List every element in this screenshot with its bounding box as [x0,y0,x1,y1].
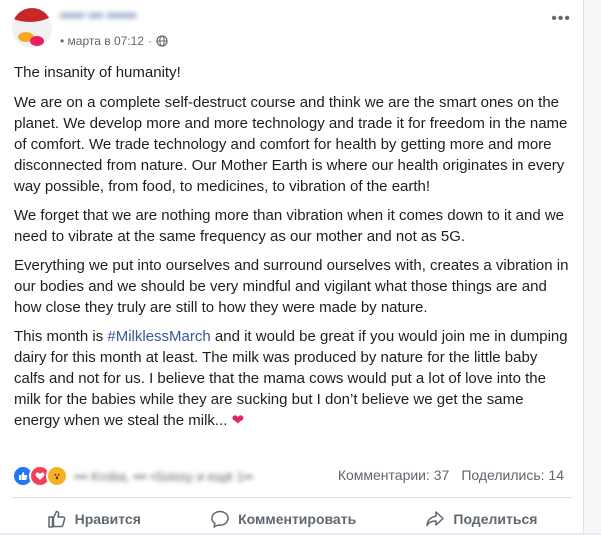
avatar-shape [12,8,52,22]
post-paragraph: We forget that we are nothing more than … [14,207,565,245]
post-meta: • марта в 07:12 · [60,34,168,48]
comment-button[interactable]: Комментировать [210,509,356,529]
like-button-label: Нравится [74,511,141,527]
hashtag-link[interactable]: #MilklessMarch [107,328,210,345]
paragraph-text: This month is [14,328,108,345]
post-body: The insanity of humanity! We are on a co… [14,62,570,439]
comments-count[interactable]: Комментарии: 37 [338,467,450,483]
avatar[interactable] [12,8,52,48]
wow-reaction-icon [46,465,68,487]
post-paragraph: We are on a complete self-destruct cours… [14,94,568,195]
globe-icon[interactable] [156,35,168,47]
post-paragraph: Everything we put into ourselves and sur… [14,257,569,316]
page-background [584,0,601,533]
separator-dot: · [147,34,152,48]
share-button[interactable]: Поделиться [425,509,537,529]
avatar-shape [30,36,44,46]
more-options-icon[interactable]: ••• [551,10,571,28]
thumbs-up-icon [47,510,66,528]
comment-icon [211,510,229,528]
post-date[interactable]: • марта в 07:12 [60,34,144,48]
like-button[interactable]: Нравится [47,509,141,529]
comment-button-label: Комментировать [238,511,357,527]
divider [12,497,572,498]
heart-emoji-icon: ❤ [231,412,245,429]
share-button-label: Поделиться [453,511,538,527]
share-arrow-icon [426,511,445,527]
reactions-summary[interactable]: ••• Kroba, ••• •Soissy и ещё 1•• [12,465,253,487]
post-title: The insanity of humanity! [14,64,181,81]
post-card: ••••• ••• •••••• • марта в 07:12 · ••• T… [0,0,584,533]
reaction-names[interactable]: ••• Kroba, ••• •Soissy и ещё 1•• [74,469,253,484]
post-paragraph: This month is #MilklessMarch and it woul… [14,326,570,431]
engagement-counts: Комментарии: 37 Поделились: 14 [338,467,564,483]
author-name[interactable]: ••••• ••• •••••• [60,7,136,23]
action-bar: Нравится Комментировать Поделиться [12,503,572,535]
shares-count[interactable]: Поделились: 14 [461,467,564,483]
